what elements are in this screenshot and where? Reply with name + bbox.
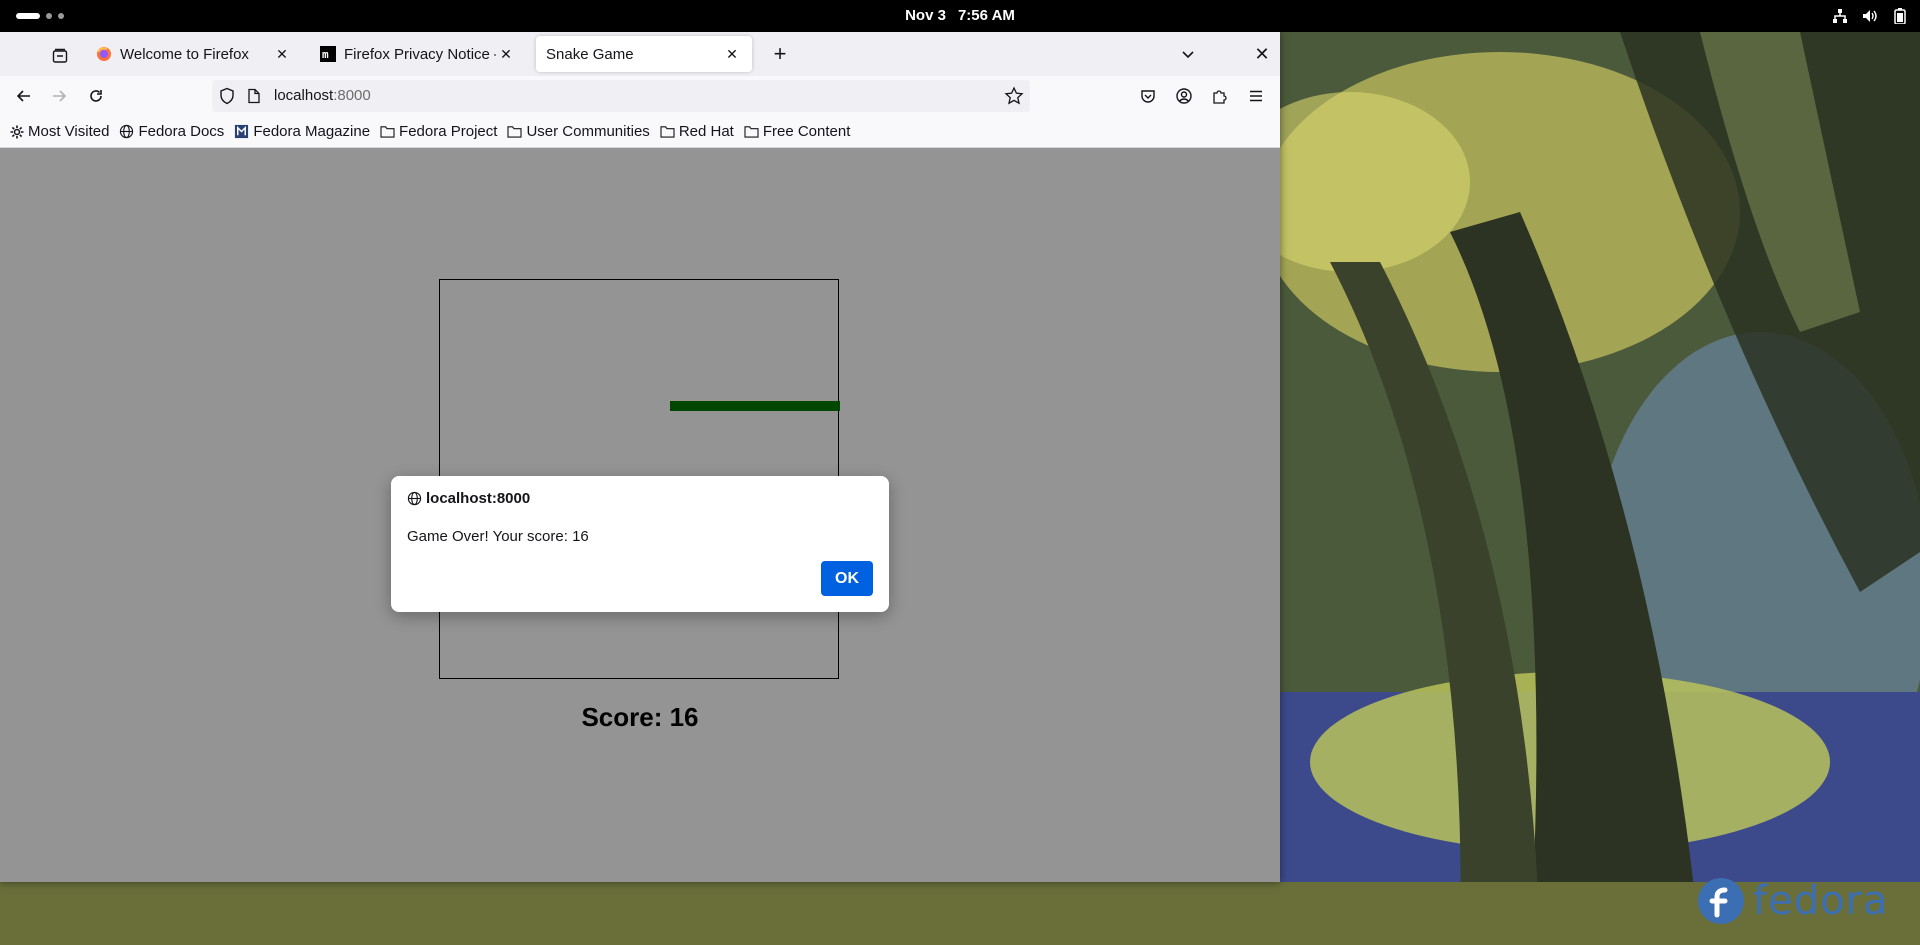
window-close-button[interactable]: ✕	[1250, 42, 1274, 66]
dialog-origin-label: localhost:8000	[426, 490, 531, 507]
bookmark-label: Red Hat	[678, 123, 734, 140]
tab-welcome[interactable]: Welcome to Firefox ✕	[86, 36, 302, 72]
folder-icon	[380, 126, 395, 138]
firefox-view-icon	[52, 48, 68, 63]
bookmarks-toolbar: Most Visited Fedora Docs Fedora Magazine…	[0, 116, 1280, 148]
system-tray[interactable]	[1830, 0, 1910, 32]
new-tab-button[interactable]: +	[768, 41, 792, 66]
bookmark-red-hat[interactable]: Red Hat	[660, 123, 734, 140]
mozilla-icon: m	[320, 46, 336, 62]
fedora-wordmark: fedora	[1753, 878, 1889, 924]
fedora-magazine-icon	[235, 124, 249, 139]
bookmark-label: Most Visited	[28, 123, 110, 140]
tab-close-button[interactable]: ✕	[272, 44, 292, 64]
firefox-window: Welcome to Firefox ✕ m Firefox Privacy N…	[0, 32, 1280, 882]
account-button[interactable]	[1172, 84, 1196, 108]
globe-icon	[407, 491, 422, 506]
clock[interactable]: Nov 3 7:56 AM	[0, 0, 1920, 32]
tab-close-button[interactable]: ✕	[496, 44, 516, 64]
firefox-icon	[97, 47, 111, 61]
url-host: localhost	[274, 87, 334, 104]
shield-icon[interactable]	[218, 87, 236, 105]
volume-icon[interactable]	[1860, 6, 1880, 26]
tab-close-button[interactable]: ✕	[722, 44, 742, 64]
chevron-down-icon	[1182, 51, 1194, 59]
url-port: :8000	[333, 87, 371, 104]
url-bar[interactable]: localhost:8000	[212, 80, 1030, 112]
navigation-toolbar: localhost:8000	[0, 76, 1280, 116]
date-label: Nov 3	[905, 7, 946, 24]
forward-arrow-icon	[53, 90, 67, 102]
bookmark-label: Fedora Project	[399, 123, 498, 140]
fedora-logo: fedora	[1697, 877, 1889, 925]
back-arrow-icon	[16, 90, 30, 102]
bookmark-fedora-magazine[interactable]: Fedora Magazine	[234, 123, 370, 140]
page-content: Score: 16 localhost:8000 Game Over! Your…	[0, 148, 1280, 882]
tab-title: Firefox Privacy Notice — M	[344, 45, 496, 63]
battery-icon[interactable]	[1890, 6, 1910, 26]
dialog-origin: localhost:8000	[407, 490, 530, 507]
fedora-f-icon	[1698, 878, 1744, 924]
dialog-message: Game Over! Your score: 16	[407, 528, 589, 545]
gnome-top-bar: Nov 3 7:56 AM	[0, 0, 1920, 32]
bookmark-label: Fedora Magazine	[253, 123, 371, 140]
bookmark-label: Fedora Docs	[138, 123, 225, 140]
folder-icon	[744, 126, 759, 138]
account-icon	[1176, 88, 1192, 104]
puzzle-icon	[1213, 90, 1227, 104]
tab-title: Snake Game	[546, 45, 634, 63]
url-text[interactable]: localhost:8000	[274, 80, 371, 112]
back-button[interactable]	[12, 84, 36, 108]
bookmark-fedora-docs[interactable]: Fedora Docs	[119, 123, 224, 140]
ok-button[interactable]: OK	[821, 561, 873, 596]
close-icon: ✕	[1254, 43, 1270, 64]
alert-dialog: localhost:8000 Game Over! Your score: 16…	[391, 476, 889, 612]
bookmark-star-icon[interactable]	[1004, 86, 1024, 106]
tab-privacy-notice[interactable]: m Firefox Privacy Notice — M ✕	[310, 36, 526, 72]
bookmark-free-content[interactable]: Free Content	[744, 123, 851, 140]
pocket-button[interactable]	[1136, 84, 1160, 108]
app-menu-button[interactable]	[1244, 84, 1268, 108]
reload-button[interactable]	[84, 84, 108, 108]
extensions-button[interactable]	[1208, 84, 1232, 108]
folder-icon	[660, 126, 675, 138]
tab-strip: Welcome to Firefox ✕ m Firefox Privacy N…	[0, 32, 1280, 76]
firefox-view-button[interactable]	[48, 44, 72, 68]
bookmark-fedora-project[interactable]: Fedora Project	[380, 123, 497, 140]
hamburger-menu-icon	[1250, 90, 1262, 102]
bookmark-label: Free Content	[762, 123, 851, 140]
bookmark-most-visited[interactable]: Most Visited	[10, 123, 109, 140]
tab-title: Welcome to Firefox	[120, 45, 249, 63]
plus-icon: +	[773, 41, 787, 66]
time-label: 7:56 AM	[957, 7, 1015, 24]
gear-icon	[10, 125, 24, 138]
globe-icon	[120, 124, 134, 139]
bookmark-user-communities[interactable]: User Communities	[507, 123, 650, 140]
tab-snake-game[interactable]: Snake Game ✕	[536, 36, 752, 72]
pocket-icon	[1141, 90, 1155, 103]
forward-button[interactable]	[47, 84, 71, 108]
reload-icon	[90, 90, 102, 102]
network-icon[interactable]	[1830, 6, 1850, 26]
bookmark-label: User Communities	[526, 123, 650, 140]
page-icon[interactable]	[246, 88, 262, 104]
svg-text:m: m	[322, 48, 329, 61]
folder-icon	[507, 126, 522, 138]
list-all-tabs-button[interactable]	[1176, 42, 1200, 66]
